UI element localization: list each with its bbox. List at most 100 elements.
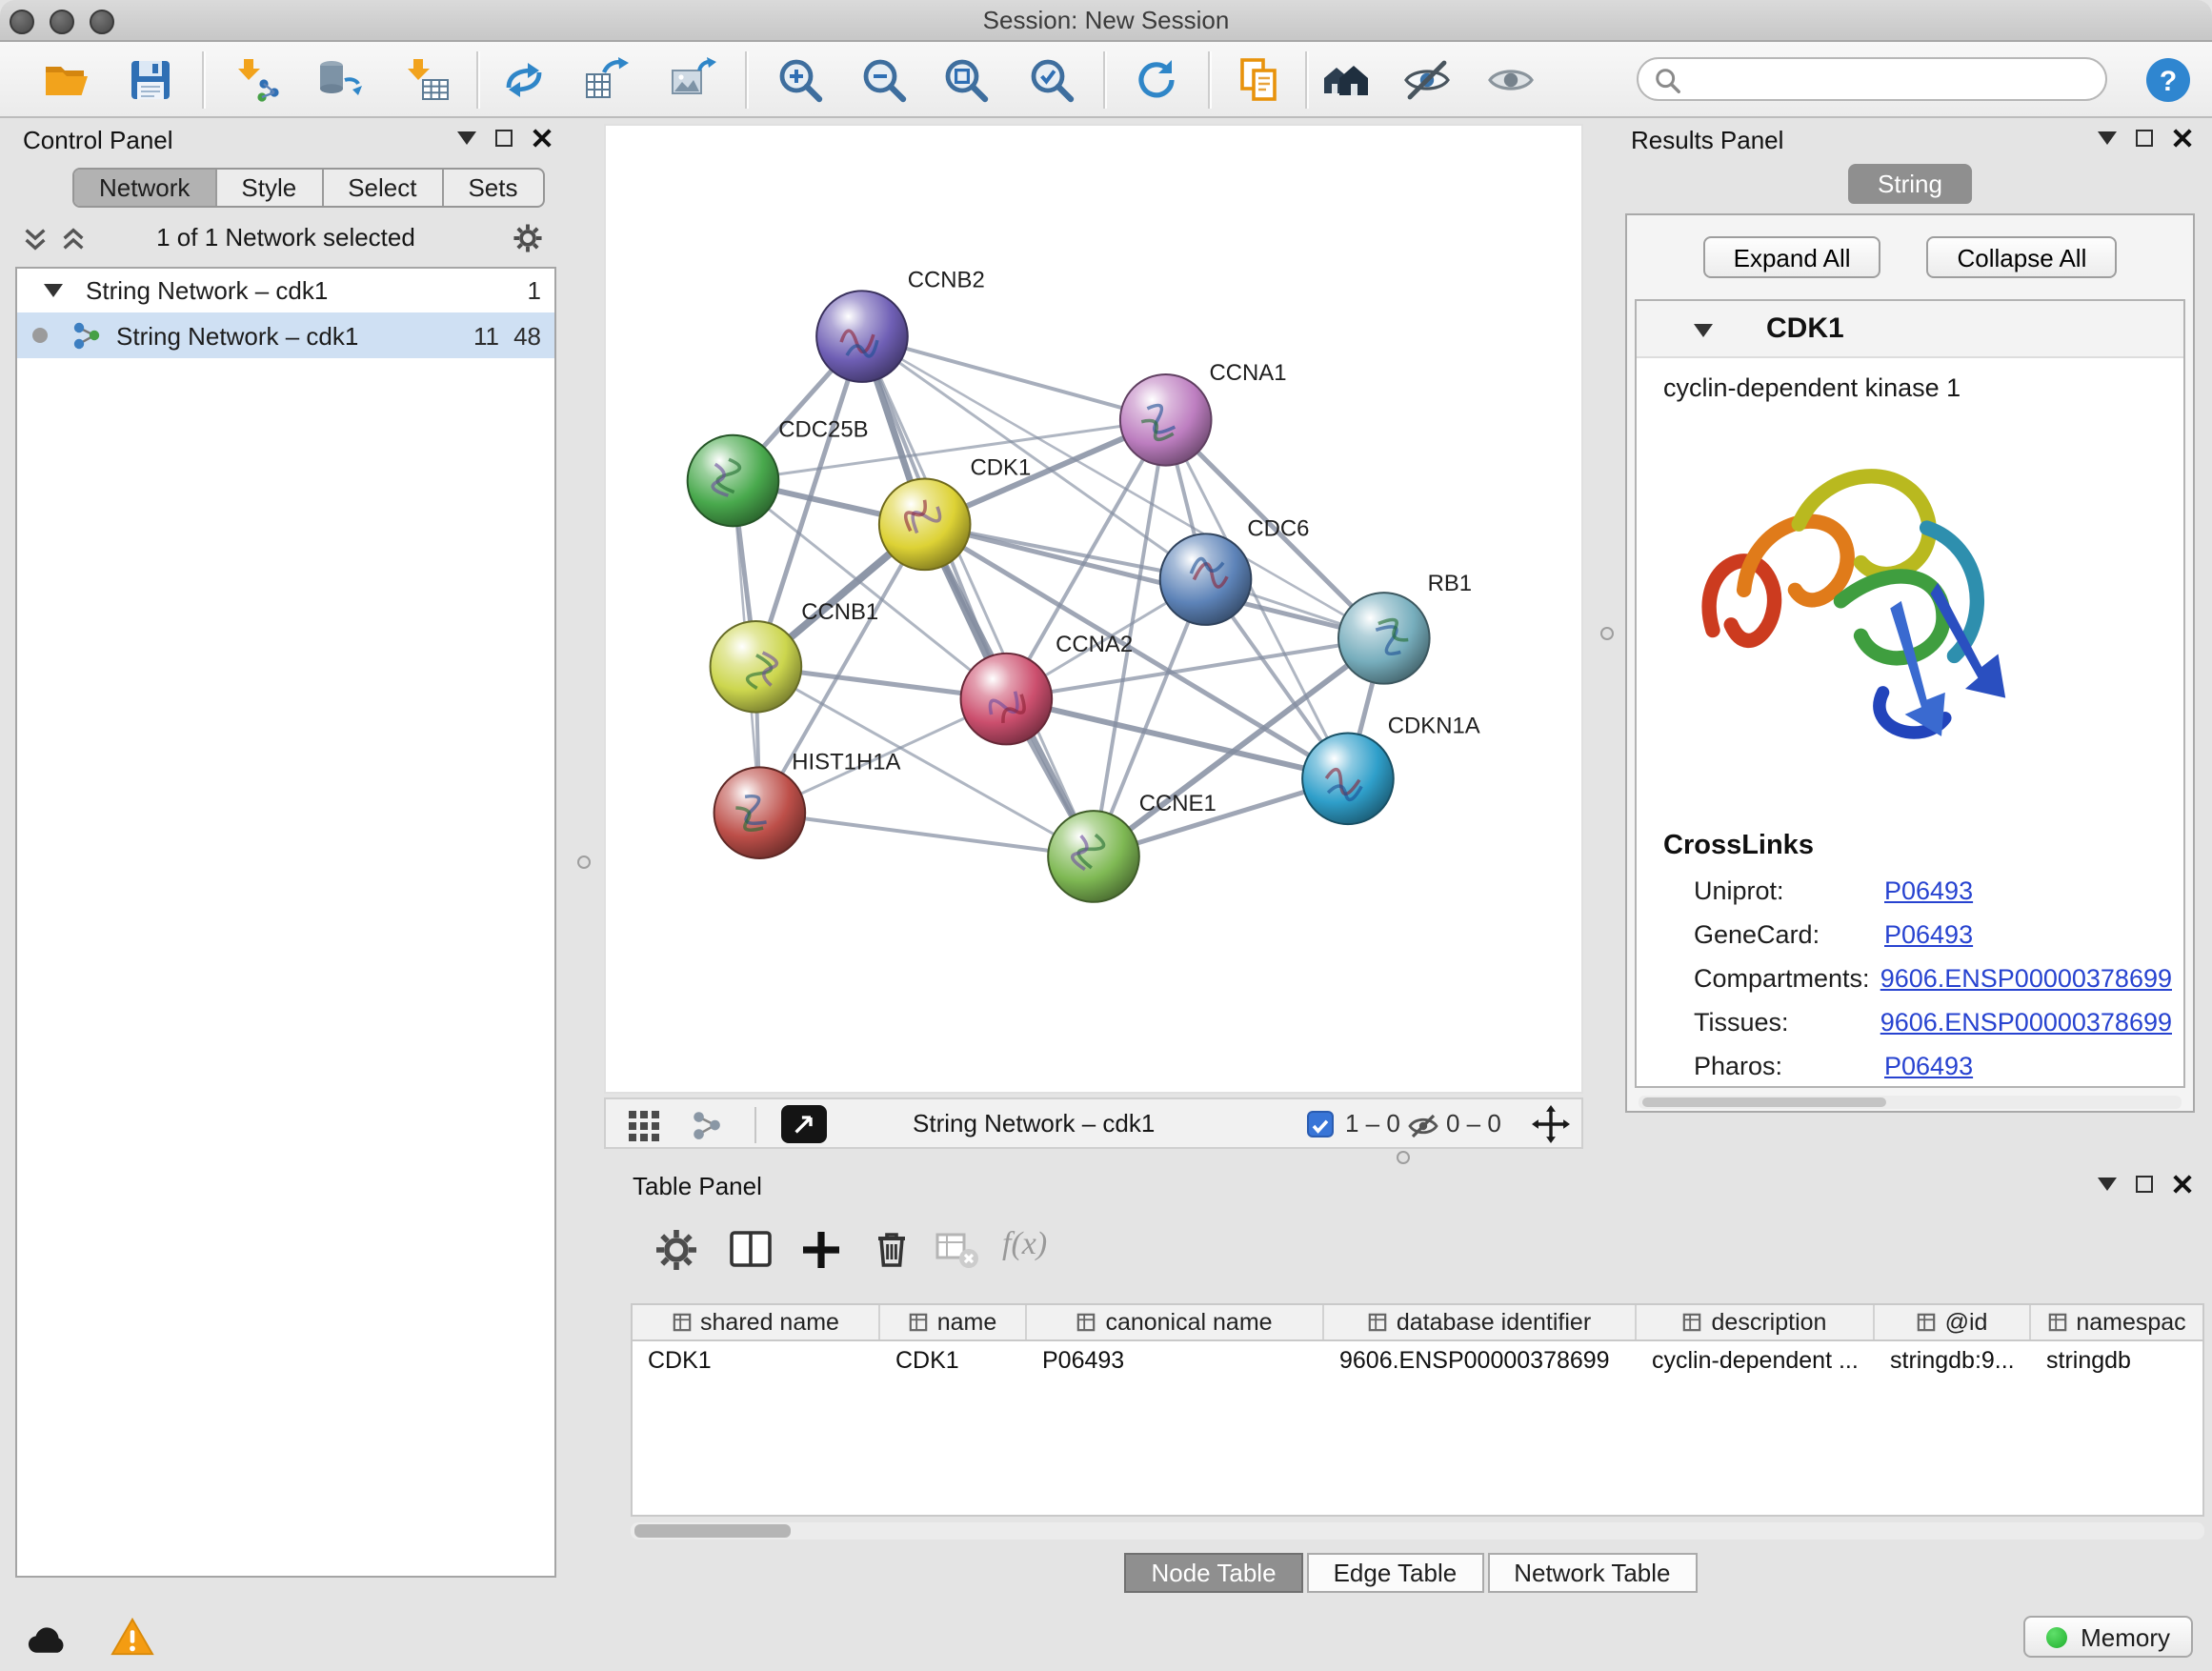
crosslink-link[interactable]: P06493 xyxy=(1884,1052,1973,1080)
network-edge-HIST1H1A-CCNE1[interactable] xyxy=(759,813,1094,856)
import-network-database-button[interactable] xyxy=(314,55,364,105)
results-tab-string[interactable]: String xyxy=(1847,164,1973,204)
panel-close-icon[interactable] xyxy=(532,128,553,149)
clone-network-button[interactable] xyxy=(581,55,631,105)
add-column-icon[interactable] xyxy=(796,1225,846,1275)
tab-style[interactable]: Style xyxy=(216,170,323,206)
home-button[interactable] xyxy=(1320,55,1370,105)
panel-float-icon[interactable] xyxy=(2098,131,2117,145)
help-button[interactable]: ? xyxy=(2143,55,2193,105)
tab-sets[interactable]: Sets xyxy=(443,170,542,206)
network-node-CCNA2[interactable] xyxy=(961,654,1053,745)
network-row[interactable]: String Network – cdk1 11 48 xyxy=(17,312,554,358)
cell-database-identifier[interactable]: 9606.ENSP00000378699 xyxy=(1324,1341,1637,1378)
network-node-CCNB1[interactable] xyxy=(711,621,802,713)
selected-checkbox-icon[interactable] xyxy=(1307,1111,1334,1137)
tab-select[interactable]: Select xyxy=(323,170,443,206)
warning-icon[interactable] xyxy=(111,1616,154,1658)
network-edge-CCNB2-CCNE1[interactable] xyxy=(862,336,1094,856)
network-node-CDKN1A[interactable] xyxy=(1302,733,1394,824)
hidden-eye-icon[interactable] xyxy=(1408,1111,1438,1141)
network-node-HIST1H1A[interactable] xyxy=(714,767,806,858)
delete-table-icon[interactable] xyxy=(932,1225,981,1275)
collapse-all-button[interactable]: Collapse All xyxy=(1927,236,2118,278)
search-input[interactable] xyxy=(1688,61,2090,97)
column-header-shared-name[interactable]: shared name xyxy=(633,1305,880,1339)
delete-column-icon[interactable] xyxy=(867,1225,916,1275)
column-header-description[interactable]: description xyxy=(1637,1305,1875,1339)
cell-name[interactable]: CDK1 xyxy=(880,1341,1027,1378)
disclosure-triangle-icon[interactable] xyxy=(44,284,63,297)
crosslink-link[interactable]: P06493 xyxy=(1884,876,1973,905)
import-table-button[interactable] xyxy=(402,55,452,105)
hide-selected-eye-button[interactable] xyxy=(1402,55,1452,105)
show-all-eye-button[interactable] xyxy=(1486,55,1536,105)
tab-network[interactable]: Network xyxy=(74,170,216,206)
column-header-database-identifier[interactable]: database identifier xyxy=(1324,1305,1637,1339)
splitter-handle[interactable] xyxy=(1600,627,1614,640)
table-settings-gear-icon[interactable] xyxy=(652,1225,701,1275)
network-canvas[interactable]: CCNB2CCNA1CDC25BCDK1CDC6RB1CCNB1CCNA2CDK… xyxy=(604,124,1583,1094)
panel-float-icon[interactable] xyxy=(2098,1178,2117,1191)
panel-close-icon[interactable] xyxy=(2172,1174,2193,1195)
protein-section-header[interactable]: CDK1 xyxy=(1637,301,2183,358)
zoom-out-button[interactable] xyxy=(859,55,909,105)
cell-shared-name[interactable]: CDK1 xyxy=(633,1341,880,1378)
expand-all-button[interactable]: Expand All xyxy=(1703,236,1881,278)
network-node-CDC25B[interactable] xyxy=(688,435,779,527)
zoom-selected-button[interactable] xyxy=(1027,55,1076,105)
network-node-CCNA1[interactable] xyxy=(1120,374,1212,466)
network-collection-row[interactable]: String Network – cdk1 1 xyxy=(17,269,554,312)
network-node-CCNE1[interactable] xyxy=(1048,811,1139,902)
cell-description[interactable]: cyclin-dependent ... xyxy=(1637,1341,1875,1378)
column-header-name[interactable]: name xyxy=(880,1305,1027,1339)
cell-id[interactable]: stringdb:9... xyxy=(1875,1341,2031,1378)
cell-canonical-name[interactable]: P06493 xyxy=(1027,1341,1324,1378)
open-session-button[interactable] xyxy=(42,55,91,105)
tab-node-table[interactable]: Node Table xyxy=(1124,1553,1302,1593)
splitter-handle[interactable] xyxy=(577,856,591,869)
cloud-icon[interactable] xyxy=(23,1618,72,1658)
panel-close-icon[interactable] xyxy=(2172,128,2193,149)
panel-maximize-icon[interactable] xyxy=(2136,130,2153,147)
table-row[interactable]: CDK1 CDK1 P06493 9606.ENSP00000378699 cy… xyxy=(633,1341,2202,1378)
crosslink-link[interactable]: 9606.ENSP00000378699 xyxy=(1880,964,2172,993)
save-session-button[interactable] xyxy=(126,55,175,105)
panel-float-icon[interactable] xyxy=(457,131,476,145)
cell-namespace[interactable]: stringdb xyxy=(2031,1341,2202,1378)
column-header-namespace[interactable]: namespac xyxy=(2031,1305,2202,1339)
pan-crosshair-icon[interactable] xyxy=(1532,1105,1570,1143)
splitter-handle[interactable] xyxy=(1397,1151,1410,1164)
memory-button[interactable]: Memory xyxy=(2023,1616,2193,1658)
refresh-button[interactable] xyxy=(1132,55,1181,105)
export-image-button[interactable] xyxy=(667,55,716,105)
network-node-CDK1[interactable] xyxy=(879,479,971,571)
zoom-fit-button[interactable] xyxy=(941,55,991,105)
grid-view-icon[interactable] xyxy=(629,1111,659,1141)
copy-button[interactable] xyxy=(1235,55,1284,105)
network-edge-CCNB2-CCNA1[interactable] xyxy=(862,336,1166,420)
import-network-file-button[interactable] xyxy=(232,55,282,105)
crosslink-link[interactable]: P06493 xyxy=(1884,920,1973,949)
crosslink-link[interactable]: 9606.ENSP00000378699 xyxy=(1880,1008,2172,1037)
column-header-canonical-name[interactable]: canonical name xyxy=(1027,1305,1324,1339)
panel-maximize-icon[interactable] xyxy=(495,130,513,147)
birdseye-view-button[interactable] xyxy=(781,1105,827,1143)
new-network-button[interactable] xyxy=(499,55,549,105)
show-columns-icon[interactable] xyxy=(726,1225,775,1275)
disclosure-triangle-icon[interactable] xyxy=(1694,324,1713,337)
gear-icon[interactable] xyxy=(511,221,545,255)
network-node-CDC6[interactable] xyxy=(1160,534,1252,625)
results-horizontal-scrollbar[interactable] xyxy=(1639,1096,2182,1109)
network-edge-CCNA2-CDKN1A[interactable] xyxy=(1006,699,1348,779)
tab-network-table[interactable]: Network Table xyxy=(1487,1553,1697,1593)
function-builder-button[interactable]: f(x) xyxy=(1002,1225,1047,1263)
column-header-id[interactable]: @id xyxy=(1875,1305,2031,1339)
panel-maximize-icon[interactable] xyxy=(2136,1176,2153,1193)
table-horizontal-scrollbar[interactable] xyxy=(631,1522,2204,1540)
network-node-CCNB2[interactable] xyxy=(816,291,908,382)
network-overview-icon[interactable] xyxy=(690,1109,722,1141)
zoom-in-button[interactable] xyxy=(775,55,825,105)
network-node-RB1[interactable] xyxy=(1338,593,1430,684)
tab-edge-table[interactable]: Edge Table xyxy=(1307,1553,1484,1593)
